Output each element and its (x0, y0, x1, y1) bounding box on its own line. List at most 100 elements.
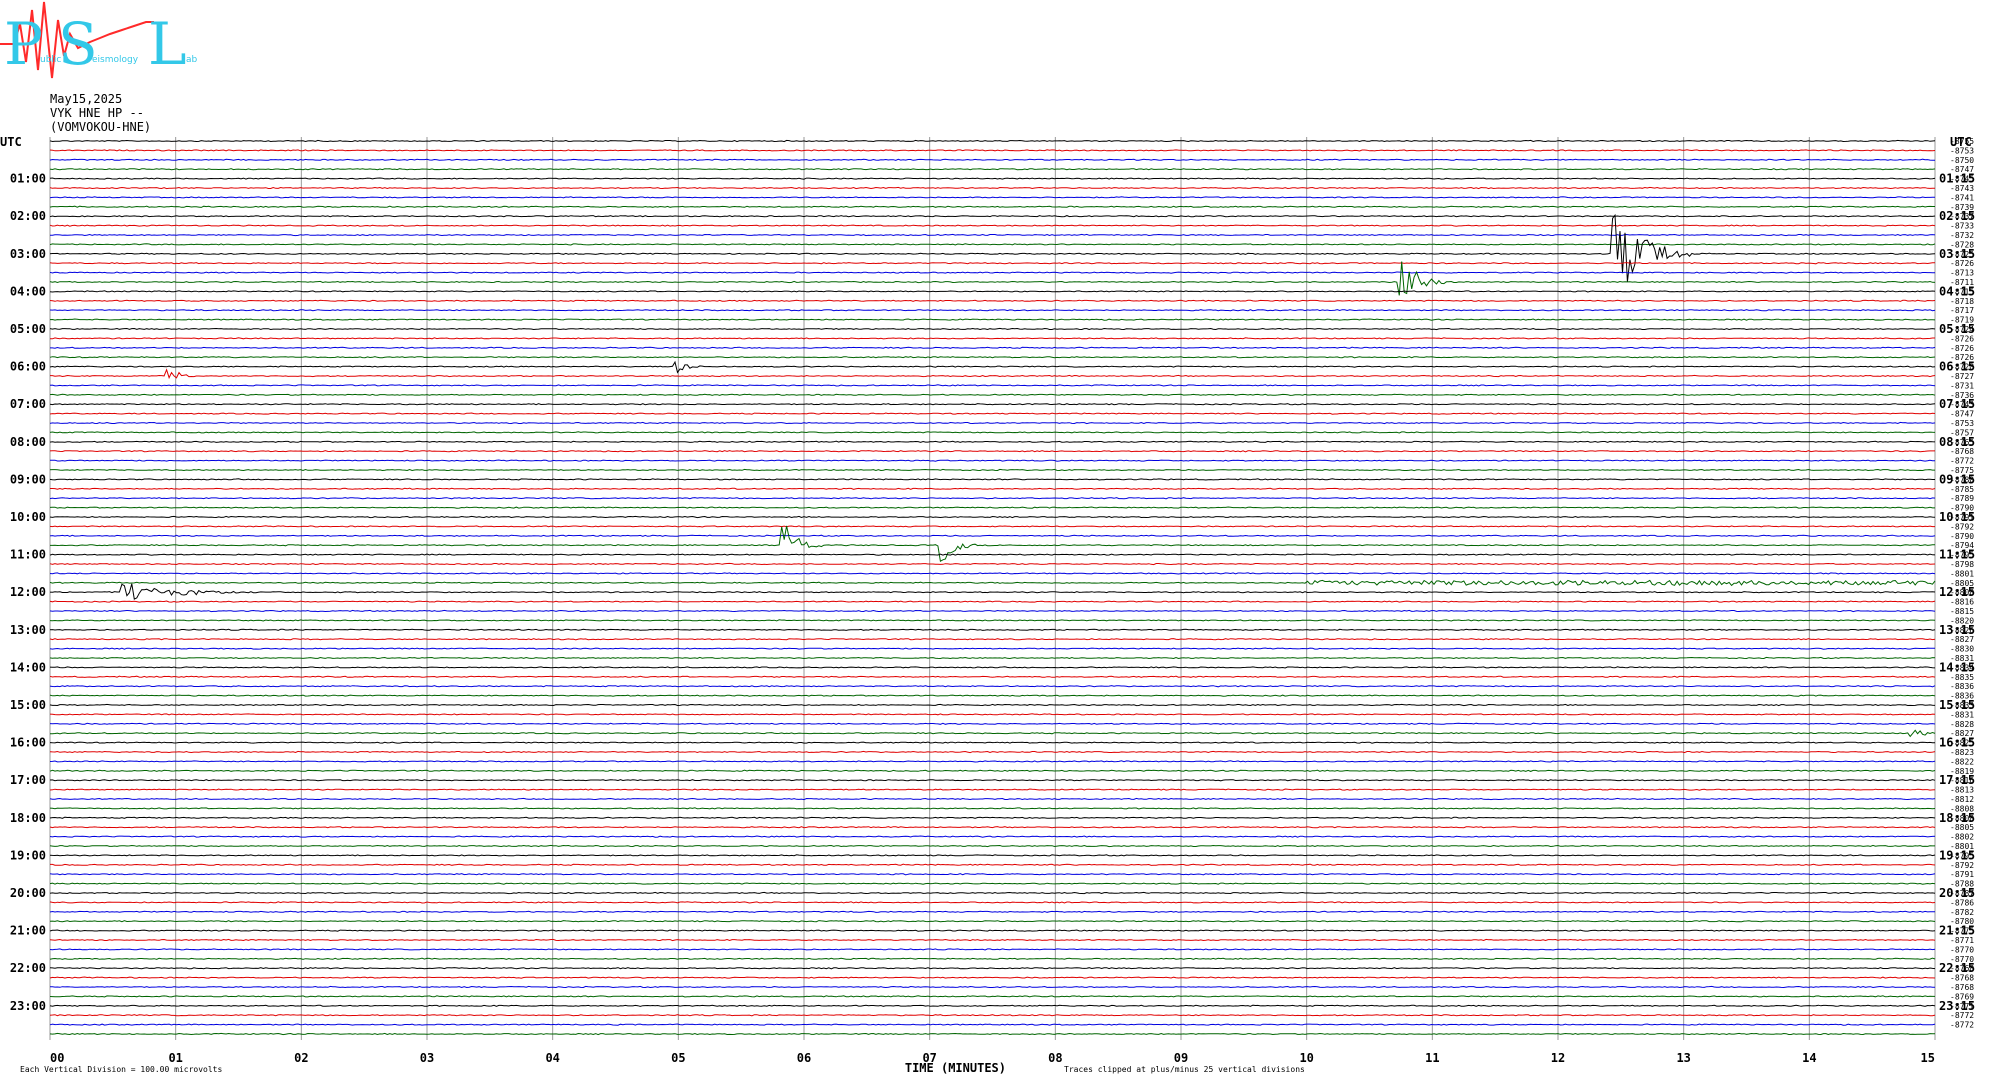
trace-60 (49, 703, 1936, 707)
trace-71 (49, 807, 1936, 810)
trace-29 (49, 412, 1936, 415)
left-hour-label: 18:00 (10, 811, 46, 825)
trace-offset-label: -8813 (1950, 786, 1974, 795)
trace-81 (49, 901, 1936, 904)
trace-3 (49, 168, 1936, 171)
trace-73 (49, 826, 1936, 829)
trace-offset-label: -8747 (1950, 165, 1974, 174)
trace-52 (49, 628, 1936, 631)
left-hour-label: 23:00 (10, 999, 46, 1013)
trace-90 (50, 985, 1935, 989)
trace-offset-label: -8715 (1950, 287, 1974, 296)
trace-38 (49, 497, 1936, 500)
left-hour-label: 01:00 (10, 172, 46, 186)
trace-offset-label: -8732 (1950, 231, 1974, 240)
trace-74 (49, 835, 1936, 838)
trace-50 (49, 609, 1936, 613)
x-tick-label: 03 (420, 1051, 434, 1065)
trace-offset-label: -8789 (1950, 494, 1974, 503)
left-hour-label: 04:00 (10, 284, 46, 298)
trace-7 (49, 205, 1935, 208)
trace-offset-label: -8833 (1950, 701, 1974, 710)
trace-offset-label: -8741 (1950, 193, 1974, 202)
trace-offset-label: -8802 (1950, 833, 1974, 842)
trace-offset-label: -8826 (1950, 626, 1974, 635)
trace-70 (49, 797, 1936, 801)
trace-41 (49, 525, 1935, 528)
trace-offset-label: -8786 (1950, 898, 1974, 907)
trace-offset-label: -8822 (1950, 757, 1974, 766)
trace-10 (50, 233, 1936, 237)
trace-49 (49, 600, 1936, 603)
trace-5 (49, 186, 1935, 190)
trace-offset-label: -8728 (1950, 363, 1974, 372)
left-hour-label: 07:00 (10, 397, 46, 411)
trace-85 (49, 938, 1936, 942)
trace-offset-label: -8805 (1950, 823, 1974, 832)
trace-68 (49, 779, 1936, 782)
record-date: May15,2025 (50, 92, 123, 106)
trace-offset-label: -8770 (1950, 945, 1974, 954)
x-tick-label: 14 (1802, 1051, 1816, 1065)
trace-offset-label: -8801 (1950, 569, 1974, 578)
left-hour-label: 20:00 (10, 886, 46, 900)
seismic-traces (49, 139, 1936, 1036)
trace-86 (49, 948, 1936, 951)
trace-40 (49, 515, 1936, 519)
trace-19 (49, 318, 1936, 321)
left-hour-label: 03:00 (10, 247, 46, 261)
trace-32 (49, 440, 1936, 443)
logo-letter-p: P (4, 10, 43, 78)
trace-offset-label: -8798 (1950, 560, 1974, 569)
station-channel: VYK HNE HP -- (50, 106, 144, 120)
trace-45 (49, 562, 1936, 566)
left-hour-label: 17:00 (10, 773, 46, 787)
left-hour-label: 05:00 (10, 322, 46, 336)
trace-offset-label: -8719 (1950, 316, 1974, 325)
trace-84 (49, 929, 1936, 932)
trace-22 (50, 346, 1936, 349)
trace-offset-label: -8790 (1950, 532, 1974, 541)
trace-46 (49, 572, 1936, 575)
trace-63 (50, 729, 1936, 738)
trace-93 (49, 1014, 1936, 1017)
left-hour-label: 06:00 (10, 360, 46, 374)
trace-44 (49, 553, 1936, 556)
left-hour-labels: 01:00 02:00 03:00 04:00 05:00 06:00 07:00 08:00… (10, 172, 46, 1013)
trace-64 (49, 741, 1935, 744)
trace-2 (49, 158, 1935, 161)
trace-55 (49, 656, 1936, 660)
trace-56 (49, 666, 1936, 669)
trace-26 (49, 384, 1936, 387)
trace-47 (49, 579, 1936, 587)
trace-offset-label: -8724 (1950, 325, 1974, 334)
x-tick-label: 06 (797, 1051, 811, 1065)
x-tick-label: 08 (1048, 1051, 1062, 1065)
trace-offset-label: -8801 (1950, 842, 1974, 851)
left-hour-label: 14:00 (10, 660, 46, 674)
logo-letter-l: L (148, 10, 187, 78)
trace-13 (49, 262, 1936, 265)
trace-67 (49, 769, 1936, 772)
x-tick-label: 10 (1299, 1051, 1313, 1065)
trace-76 (49, 854, 1936, 857)
trace-offset-label: -8827 (1950, 635, 1974, 644)
trace-39 (49, 506, 1935, 509)
left-hour-label: 21:00 (10, 924, 46, 938)
trace-17 (49, 299, 1936, 302)
trace-35 (49, 468, 1935, 472)
trace-offset-label: -8727 (1950, 372, 1974, 381)
trace-offset-label: -8825 (1950, 739, 1974, 748)
trace-21 (50, 337, 1935, 340)
trace-24 (49, 360, 1936, 374)
trace-offset-label: -8831 (1950, 654, 1974, 663)
trace-offset-label: -8737 (1950, 212, 1974, 221)
trace-92 (49, 1004, 1936, 1007)
trace-34 (50, 459, 1936, 462)
trace-9 (49, 224, 1936, 227)
trace-75 (49, 844, 1935, 848)
clip-note: Traces clipped at plus/minus 25 vertical… (1064, 1065, 1305, 1074)
trace-offset-label: -8718 (1950, 297, 1974, 306)
trace-62 (49, 722, 1936, 725)
trace-83 (49, 920, 1936, 923)
